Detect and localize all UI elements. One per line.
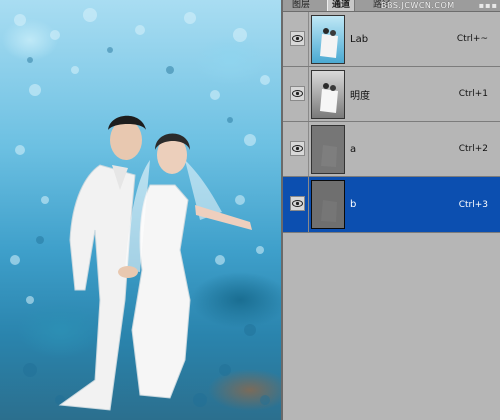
channel-thumbnail-a xyxy=(311,125,345,174)
channel-row-a[interactable]: a Ctrl+2 xyxy=(283,122,500,177)
tab-channels[interactable]: 通道 xyxy=(327,0,356,11)
panel-menu-icon[interactable]: ▪▪▪ xyxy=(479,0,498,11)
image-canvas[interactable] xyxy=(0,0,281,420)
channel-list: Lab Ctrl+~ 明度 Ctrl+1 a Ctrl+2 b Ctrl+3 xyxy=(283,12,500,233)
channel-name: a xyxy=(350,143,357,155)
channel-name: 明度 xyxy=(350,90,370,102)
channel-shortcut: Ctrl+2 xyxy=(458,144,488,154)
channel-shortcut: Ctrl+~ xyxy=(456,34,488,44)
row-divider xyxy=(308,122,309,176)
tab-layers[interactable]: 图层 xyxy=(288,0,314,11)
row-divider xyxy=(308,12,309,66)
channel-shortcut: Ctrl+1 xyxy=(458,89,488,99)
row-divider xyxy=(308,67,309,121)
site-watermark: BBS.JCWCN.COM xyxy=(381,1,455,10)
eye-icon[interactable] xyxy=(290,86,305,101)
panel-tab-bar: 图层 通道 路径 BBS.JCWCN.COM ▪▪▪ xyxy=(283,0,500,12)
channel-shortcut: Ctrl+3 xyxy=(458,199,488,210)
channel-row-lightness[interactable]: 明度 Ctrl+1 xyxy=(283,67,500,122)
channel-row-b[interactable]: b Ctrl+3 xyxy=(283,177,500,233)
channel-thumbnail-b xyxy=(311,180,345,229)
channel-row-lab[interactable]: Lab Ctrl+~ xyxy=(283,12,500,67)
row-divider xyxy=(308,177,309,232)
channel-thumbnail-lab xyxy=(311,15,345,64)
channels-panel: 图层 通道 路径 BBS.JCWCN.COM ▪▪▪ Lab Ctrl+~ 明度… xyxy=(281,0,500,420)
wedding-photo xyxy=(10,8,270,411)
channel-thumbnail-lightness xyxy=(311,70,345,119)
channel-name: Lab xyxy=(350,33,369,45)
channel-name: b xyxy=(350,199,357,210)
eye-icon[interactable] xyxy=(290,31,305,46)
eye-icon[interactable] xyxy=(290,141,305,156)
eye-icon[interactable] xyxy=(290,196,305,211)
